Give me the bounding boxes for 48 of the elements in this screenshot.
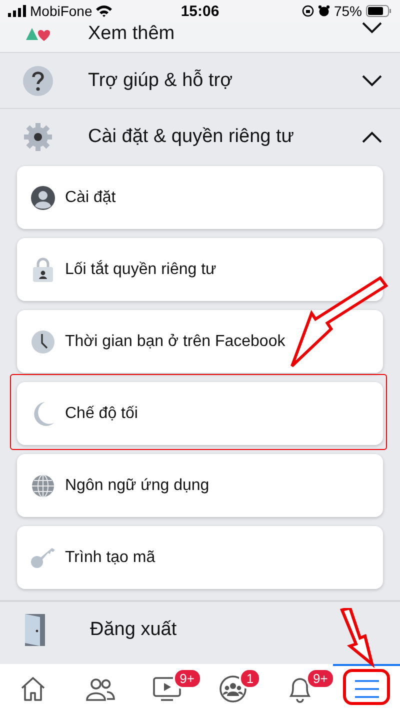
section-label: Cài đặt & quyền riêng tư (88, 126, 296, 148)
wifi-icon (96, 5, 112, 17)
carrier-name: MobiFone (30, 3, 92, 19)
section-header[interactable]: Trợ giúp & hỗ trợ (0, 53, 400, 108)
clock-icon (31, 330, 55, 354)
section-label: Xem thêm (88, 23, 176, 45)
padlock-icon (32, 256, 54, 282)
menu-icon (354, 678, 380, 700)
help-icon (22, 64, 54, 96)
tab[interactable]: 9+ (266, 664, 334, 711)
moon-icon (31, 400, 55, 426)
gear-icon (22, 120, 54, 152)
tab[interactable]: 9+ (133, 664, 200, 711)
battery-icon (366, 5, 392, 17)
signal-icon (8, 5, 26, 17)
menu-item-label: Chế độ tối (65, 404, 138, 422)
chevron-down-icon[interactable] (362, 22, 382, 34)
rotation-lock-icon (302, 5, 314, 17)
menu-card[interactable]: Lối tắt quyền riêng tư (17, 238, 383, 301)
chevron-down-icon[interactable] (362, 74, 382, 86)
battery-percent: 75% (334, 3, 362, 19)
alarm-icon (318, 5, 330, 17)
globe-icon (31, 474, 55, 498)
menu-item-label: Cài đặt (65, 188, 116, 206)
notification-badge: 9+ (172, 668, 202, 689)
menu-card[interactable]: Thời gian bạn ở trên Facebook (17, 310, 383, 373)
logout-label: Đăng xuất (90, 619, 178, 641)
chevron-up-icon[interactable] (362, 130, 382, 142)
clock-time: 15:06 (180, 2, 220, 20)
menu-card[interactable]: Chế độ tối (17, 382, 383, 445)
menu-item-label: Ngôn ngữ ứng dụng (65, 476, 210, 494)
door-icon (23, 613, 47, 647)
menu-item-label: Trình tạo mã (65, 548, 156, 566)
section-header[interactable]: Xem thêm (0, 22, 400, 52)
groups-icon (219, 674, 248, 702)
section-header[interactable]: Cài đặt & quyền riêng tư (0, 109, 400, 164)
notification-badge: 9+ (306, 668, 335, 689)
menu-card[interactable]: Cài đặt (17, 166, 383, 229)
menu-card[interactable]: Trình tạo mã (17, 526, 383, 589)
menu-item-label: Lối tắt quyền riêng tư (65, 260, 216, 278)
menu-card[interactable]: Ngôn ngữ ứng dụng (17, 454, 383, 517)
home-icon (19, 674, 48, 702)
menu-item-label: Thời gian bạn ở trên Facebook (65, 332, 286, 350)
person-icon (31, 186, 55, 210)
key-icon (30, 546, 56, 570)
tab[interactable]: 1 (200, 664, 267, 711)
section-label: Trợ giúp & hỗ trợ (88, 70, 234, 92)
notification-badge: 1 (239, 668, 261, 689)
